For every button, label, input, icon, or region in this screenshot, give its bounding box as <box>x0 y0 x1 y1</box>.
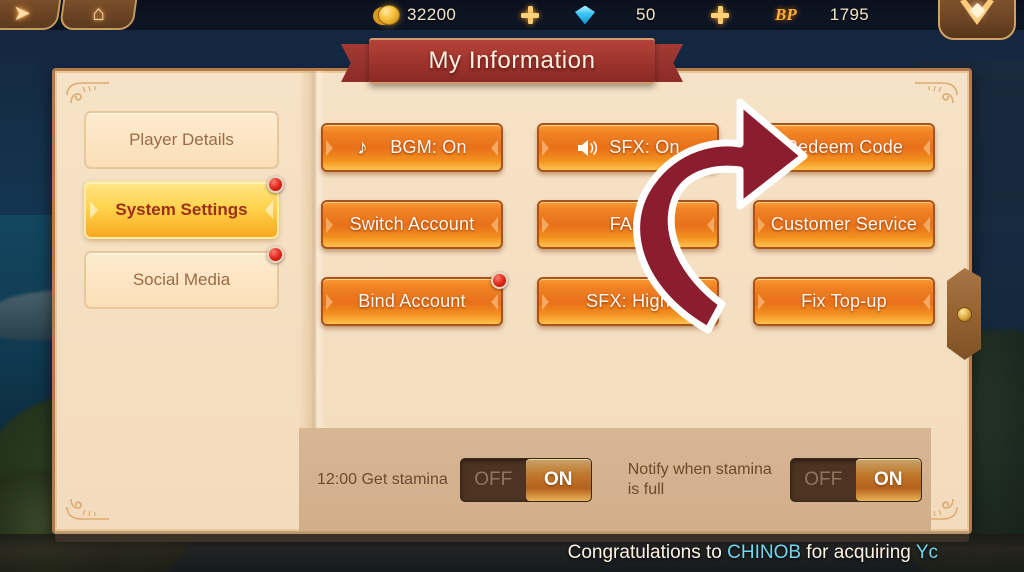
toggle-off-label: OFF <box>474 468 513 490</box>
sfx-quality-button[interactable]: SFX: High <box>537 277 719 326</box>
sidebar: Player Details System Settings Social Me… <box>84 111 284 321</box>
stamina-time-toggle[interactable]: OFF ON <box>459 457 592 502</box>
currency-bp: BP 1795 <box>775 0 869 30</box>
sidebar-item-social-media[interactable]: Social Media <box>84 246 284 309</box>
bookmark-tab[interactable] <box>947 268 981 360</box>
switch-account-button[interactable]: Switch Account <box>321 200 503 249</box>
button-label: FAQ <box>609 214 647 234</box>
home-icon: ⌂ <box>91 2 105 25</box>
sfx-toggle-button[interactable]: SFX: On <box>537 123 719 172</box>
sidebar-item-label: System Settings <box>115 200 248 219</box>
button-label: SFX: High <box>586 291 670 311</box>
corner-flourish-icon <box>65 481 111 521</box>
bp-icon: BP <box>775 5 797 24</box>
fix-topup-button[interactable]: Fix Top-up <box>753 277 935 326</box>
ribbon-body: My Information <box>369 38 655 84</box>
button-label: Bind Account <box>358 291 466 311</box>
banner-middle: for acquiring <box>801 542 916 563</box>
banner-item-name: Yc <box>915 542 938 563</box>
emblem-button[interactable] <box>938 0 1016 40</box>
rank-emblem-icon <box>960 0 994 25</box>
stamina-notify-setting: Notify when stamina is full OFF ON <box>627 457 922 502</box>
stamina-notify-toggle[interactable]: OFF ON <box>789 457 922 502</box>
button-label: Customer Service <box>770 214 918 234</box>
announcement-banner: Congratulations to CHINOB for acquiring … <box>0 534 1024 572</box>
currency-gold: 32200 <box>378 0 456 30</box>
button-label: Fix Top-up <box>801 291 887 311</box>
gold-value: 32200 <box>407 5 457 24</box>
page-title: My Information <box>428 47 596 74</box>
bp-value: 1795 <box>829 5 870 24</box>
stamina-time-label: 12:00 Get stamina <box>317 470 448 488</box>
information-panel: Player Details System Settings Social Me… <box>52 68 972 542</box>
button-label: Switch Account <box>349 214 475 234</box>
banner-player-name: CHINOB <box>727 542 802 563</box>
speaker-icon <box>576 137 600 159</box>
coin-icon <box>378 5 400 25</box>
add-gem-button[interactable] <box>710 5 730 25</box>
top-status-bar: ➤ ⌂ 32200 50 BP 1795 <box>0 0 1024 40</box>
back-button[interactable]: ➤ <box>0 0 64 30</box>
toggle-on-label: ON <box>855 458 921 501</box>
sidebar-item-label: Player Details <box>129 130 234 149</box>
sidebar-item-label: Social Media <box>132 270 231 289</box>
banner-prefix: Congratulations to <box>567 542 728 563</box>
sidebar-item-system-settings[interactable]: System Settings <box>84 176 284 239</box>
sidebar-item-player-details[interactable]: Player Details <box>84 111 279 169</box>
toggle-on-label: ON <box>525 458 591 501</box>
notification-badge <box>267 176 284 193</box>
toggle-off-label: OFF <box>804 468 843 490</box>
gem-icon <box>575 5 595 25</box>
notification-badge <box>491 272 508 289</box>
bookmark-stud-icon <box>956 306 972 322</box>
faq-button[interactable]: FAQ <box>537 200 719 249</box>
bind-account-button[interactable]: Bind Account <box>321 272 508 326</box>
stamina-time-setting: 12:00 Get stamina OFF ON <box>317 457 592 502</box>
currency-gem: 50 <box>575 0 656 30</box>
notification-badge <box>267 246 284 263</box>
home-button[interactable]: ⌂ <box>58 0 140 30</box>
stamina-notify-label: Notify when stamina is full <box>627 460 772 498</box>
gem-value: 50 <box>636 5 656 24</box>
panel-title-ribbon: My Information <box>341 38 683 84</box>
music-note-icon: ♪ <box>357 135 368 159</box>
button-label: BGM: On <box>390 137 467 157</box>
settings-button-grid: ♪ BGM: On SFX: On Redeem Code Switch Acc… <box>321 123 935 326</box>
back-arrow-icon: ➤ <box>13 2 32 25</box>
button-label: Redeem Code <box>784 137 904 157</box>
customer-service-button[interactable]: Customer Service <box>753 200 935 249</box>
bgm-toggle-button[interactable]: ♪ BGM: On <box>321 123 503 172</box>
banner-text: Congratulations to CHINOB for acquiring … <box>568 542 938 564</box>
button-label: SFX: On <box>609 137 680 157</box>
corner-flourish-icon <box>913 81 959 121</box>
add-gold-button[interactable] <box>520 5 540 25</box>
stamina-settings-strip: 12:00 Get stamina OFF ON Notify when sta… <box>299 428 931 531</box>
redeem-code-button[interactable]: Redeem Code <box>753 123 935 172</box>
